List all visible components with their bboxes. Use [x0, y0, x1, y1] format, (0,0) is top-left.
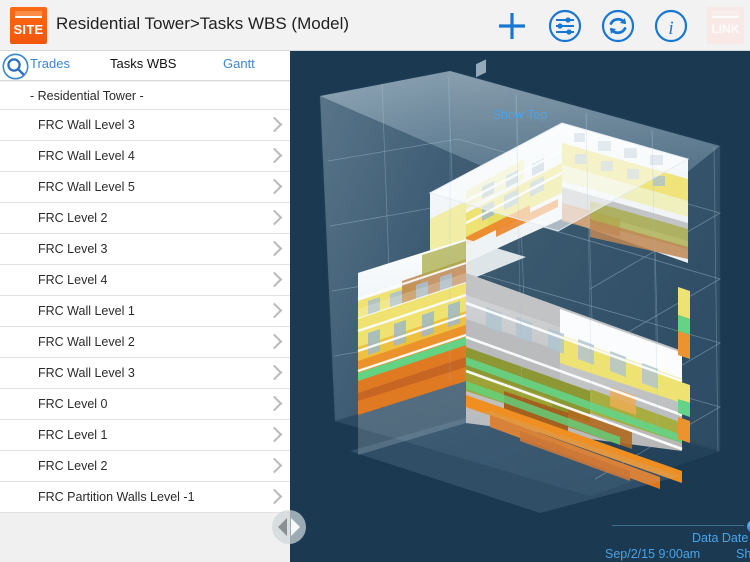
chevron-right-icon[interactable]	[269, 241, 278, 257]
list-item[interactable]: FRC Level 1	[0, 420, 290, 451]
status-mode-text[interactable]: Showing Status Colors[PS]	[736, 547, 750, 561]
search-icon[interactable]	[2, 53, 29, 80]
chevron-right-icon[interactable]	[269, 334, 278, 350]
list-item-label: FRC Wall Level 3	[38, 118, 135, 132]
chevron-right-icon[interactable]	[269, 117, 278, 133]
wbs-list[interactable]: - Residential Tower - FRC Wall Level 3 FR…	[0, 82, 290, 562]
add-icon[interactable]	[494, 8, 530, 44]
list-item[interactable]: FRC Wall Level 4	[0, 141, 290, 172]
refresh-sync-icon[interactable]	[600, 8, 636, 44]
list-item-label: FRC Level 1	[38, 428, 108, 442]
list-item[interactable]: FRC Wall Level 5	[0, 172, 290, 203]
sidebar-tabbar: Trades Tasks WBS Gantt	[0, 51, 290, 81]
tab-trades[interactable]: Trades	[30, 56, 70, 71]
show-top-link[interactable]: Show Top	[290, 108, 750, 122]
list-item[interactable]: FRC Wall Level 1	[0, 296, 290, 327]
chevron-right-icon[interactable]	[269, 303, 278, 319]
top-toolbar: SITE Residential Tower>Tasks WBS (Model)	[0, 0, 750, 51]
tab-tasks-wbs[interactable]: Tasks WBS	[110, 56, 176, 71]
info-icon[interactable]: i	[653, 8, 689, 44]
list-group-header-label: - Residential Tower -	[30, 89, 144, 103]
chevron-right-icon[interactable]	[269, 365, 278, 381]
link-button-label: LINK	[711, 22, 740, 36]
list-item[interactable]: FRC Level 2	[0, 451, 290, 482]
chevron-right-icon[interactable]	[269, 427, 278, 443]
current-date-text[interactable]: Sep/2/15 9:00am	[605, 547, 700, 561]
list-item-label: FRC Level 3	[38, 242, 108, 256]
list-item-label: FRC Wall Level 5	[38, 180, 135, 194]
chevron-right-icon[interactable]	[269, 272, 278, 288]
logo-cap	[15, 11, 42, 18]
filter-settings-icon[interactable]	[547, 8, 583, 44]
chevron-right-icon[interactable]	[269, 210, 278, 226]
tab-gantt[interactable]: Gantt	[223, 56, 255, 71]
list-item-label: FRC Wall Level 3	[38, 366, 135, 380]
list-item[interactable]: FRC Level 4	[0, 265, 290, 296]
list-item-label: FRC Partition Walls Level -1	[38, 490, 195, 504]
timeline-bar: Data Date Sep/2/15 9:00am Showing Status…	[580, 510, 750, 562]
link-button[interactable]: LINK	[707, 7, 744, 44]
list-item[interactable]: FRC Level 3	[0, 234, 290, 265]
list-item-label: FRC Level 4	[38, 273, 108, 287]
list-item-label: FRC Wall Level 1	[38, 304, 135, 318]
chevron-right-icon[interactable]	[269, 458, 278, 474]
chevron-right-icon[interactable]	[269, 148, 278, 164]
list-item-label: FRC Level 2	[38, 459, 108, 473]
chevron-right-icon[interactable]	[269, 179, 278, 195]
list-item[interactable]: FRC Wall Level 3	[0, 110, 290, 141]
list-item[interactable]: FRC Partition Walls Level -1	[0, 482, 290, 513]
list-item-label: FRC Wall Level 2	[38, 335, 135, 349]
chevron-right-icon[interactable]	[269, 396, 278, 412]
list-item[interactable]: FRC Level 0	[0, 389, 290, 420]
list-item[interactable]: FRC Level 2	[0, 203, 290, 234]
panel-collapse-handle[interactable]	[271, 509, 307, 545]
timeline-slider-track[interactable]	[612, 525, 744, 526]
chevron-right-icon[interactable]	[269, 489, 278, 505]
svg-text:i: i	[668, 18, 673, 39]
list-item-label: FRC Level 0	[38, 397, 108, 411]
list-item[interactable]: FRC Wall Level 2	[0, 327, 290, 358]
sidebar-panel: Trades Tasks WBS Gantt - Residential Tow…	[0, 51, 290, 562]
page-title: Residential Tower>Tasks WBS (Model)	[56, 14, 350, 33]
logo-text: SITE	[13, 22, 44, 37]
model-viewport[interactable]: Show Top Data Date Sep/2/15 9:00am Showi…	[290, 51, 750, 562]
list-item-label: FRC Wall Level 4	[38, 149, 135, 163]
link-cap	[712, 11, 739, 18]
app-root: SITE Residential Tower>Tasks WBS (Model)	[0, 0, 750, 562]
list-group-header: - Residential Tower -	[0, 82, 290, 110]
site-logo[interactable]: SITE	[10, 7, 47, 44]
list-empty-tail	[0, 513, 290, 553]
list-item-label: FRC Level 2	[38, 211, 108, 225]
data-date-label: Data Date	[692, 531, 749, 545]
list-item[interactable]: FRC Wall Level 3	[0, 358, 290, 389]
